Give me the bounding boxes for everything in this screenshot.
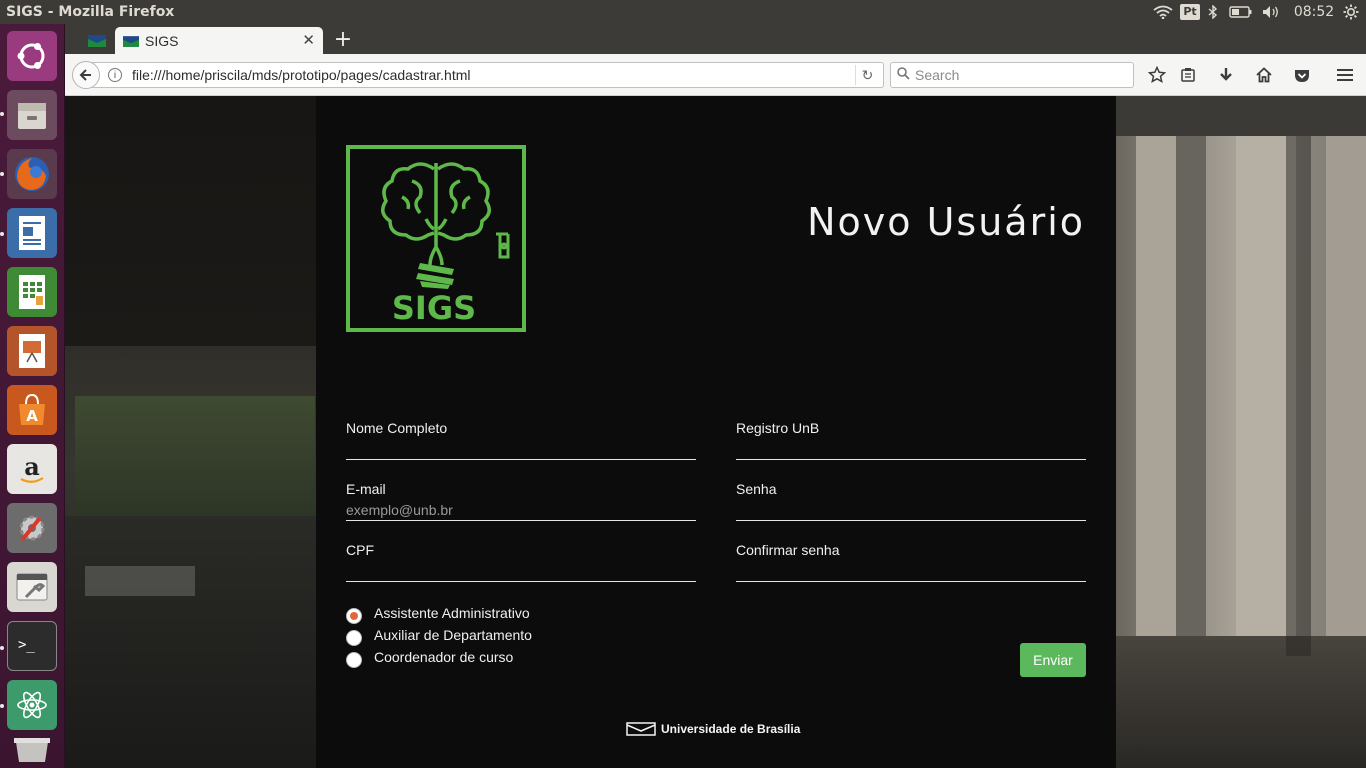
url-bar[interactable]: i file:///home/priscila/mds/prototipo/pa… — [87, 62, 884, 88]
search-icon — [897, 67, 910, 83]
system-tools-icon[interactable] — [7, 562, 57, 612]
svg-text:A: A — [26, 407, 38, 425]
background-photo-left — [65, 96, 316, 768]
system-top-panel: SIGS - Mozilla Firefox Pt 08:52 — [0, 0, 1366, 24]
cpf-field: CPF — [346, 540, 696, 582]
close-tab-icon[interactable]: ✕ — [302, 31, 315, 49]
amazon-icon[interactable]: a — [7, 444, 57, 494]
new-tab-button[interactable]: + — [331, 26, 355, 52]
name-field: Nome Completo — [346, 418, 696, 460]
unity-launcher: A a >_ — [0, 24, 65, 768]
role-label-coordenador: Coordenador de curso — [374, 649, 514, 665]
ubuntu-dash-icon[interactable] — [7, 31, 57, 81]
cpf-input[interactable] — [346, 562, 696, 580]
submit-button[interactable]: Enviar — [1020, 643, 1086, 677]
session-gear-icon[interactable] — [1336, 0, 1366, 24]
window-title: SIGS - Mozilla Firefox — [6, 4, 175, 20]
writer-icon[interactable] — [7, 208, 57, 258]
email-field: E-mail — [346, 479, 696, 521]
name-label: Nome Completo — [346, 420, 448, 436]
logo-text: SIGS — [392, 289, 476, 327]
navigation-toolbar: i file:///home/priscila/mds/prototipo/pa… — [65, 54, 1366, 96]
software-center-icon[interactable]: A — [7, 385, 57, 435]
site-info-icon[interactable]: i — [108, 68, 122, 82]
registration-panel: SIGS Novo Usuário Nome Completo Registro… — [316, 96, 1116, 768]
registro-input[interactable] — [736, 440, 1086, 458]
unb-favicon — [88, 35, 106, 47]
page-title: Novo Usuário — [807, 200, 1085, 244]
unb-logo-icon — [626, 722, 656, 736]
url-text[interactable]: file:///home/priscila/mds/prototipo/page… — [132, 67, 471, 83]
role-label-assistente: Assistente Administrativo — [374, 605, 530, 621]
confirmar-senha-label: Confirmar senha — [736, 542, 840, 558]
tab-sigs-label: SIGS — [145, 33, 179, 49]
terminal-icon[interactable]: >_ — [7, 621, 57, 671]
radio-auxiliar[interactable] — [346, 630, 362, 646]
svg-text:>_: >_ — [18, 637, 35, 653]
radio-coordenador[interactable] — [346, 652, 362, 668]
system-tray: Pt 08:52 — [1148, 0, 1366, 24]
reload-icon[interactable]: ↻ — [855, 65, 879, 85]
volume-icon[interactable] — [1258, 0, 1286, 24]
brain-tree-icon: SIGS — [381, 162, 510, 327]
back-arrow-icon — [79, 69, 91, 81]
role-option-coordenador[interactable]: Coordenador de curso — [346, 647, 514, 668]
confirmar-senha-field: Confirmar senha — [736, 540, 1086, 582]
tab-unb[interactable] — [77, 28, 117, 54]
home-icon[interactable] — [1252, 63, 1276, 87]
registro-field: Registro UnB — [736, 418, 1086, 460]
cpf-label: CPF — [346, 542, 374, 558]
keyboard-layout-indicator[interactable]: Pt — [1178, 0, 1202, 24]
role-option-assistente[interactable]: Assistente Administrativo — [346, 603, 530, 624]
role-label-auxiliar: Auxiliar de Departamento — [374, 627, 532, 643]
clock[interactable]: 08:52 — [1286, 0, 1336, 24]
downloads-icon[interactable] — [1214, 63, 1238, 87]
tab-bar: SIGS ✕ + — [65, 24, 1366, 55]
web-page: SIGS Novo Usuário Nome Completo Registro… — [65, 96, 1366, 768]
unb-footer: Universidade de Brasília — [626, 722, 800, 736]
senha-field: Senha — [736, 479, 1086, 521]
battery-icon[interactable] — [1224, 0, 1258, 24]
senha-input[interactable] — [736, 501, 1086, 519]
unb-footer-text: Universidade de Brasília — [661, 722, 801, 736]
trash-icon[interactable] — [7, 729, 57, 765]
radio-assistente[interactable] — [346, 608, 362, 624]
bookmark-star-icon[interactable] — [1145, 63, 1169, 87]
name-input[interactable] — [346, 440, 696, 458]
tab-sigs[interactable]: SIGS ✕ — [115, 27, 323, 55]
menu-icon[interactable] — [1333, 63, 1357, 87]
sigs-favicon — [123, 35, 139, 47]
confirmar-senha-input[interactable] — [736, 562, 1086, 580]
email-label: E-mail — [346, 481, 386, 497]
search-bar[interactable]: Search — [890, 62, 1134, 88]
sigs-logo: SIGS — [346, 145, 526, 332]
firefox-icon[interactable] — [7, 149, 57, 199]
background-photo-right — [1116, 96, 1366, 768]
email-input[interactable] — [346, 501, 696, 519]
files-icon[interactable] — [7, 90, 57, 140]
keyboard-layout-label: Pt — [1180, 4, 1200, 20]
search-placeholder: Search — [915, 67, 960, 83]
wifi-icon[interactable] — [1148, 0, 1178, 24]
atom-icon[interactable] — [7, 680, 57, 730]
reading-list-icon[interactable] — [1176, 63, 1200, 87]
registro-label: Registro UnB — [736, 420, 820, 436]
system-settings-icon[interactable] — [7, 503, 57, 553]
firefox-window: SIGS ✕ + i file:///home/priscila/mds/pro… — [65, 24, 1366, 768]
back-button[interactable] — [72, 61, 100, 89]
pocket-icon[interactable] — [1290, 63, 1314, 87]
calc-icon[interactable] — [7, 267, 57, 317]
impress-icon[interactable] — [7, 326, 57, 376]
bluetooth-icon[interactable] — [1202, 0, 1224, 24]
role-option-auxiliar[interactable]: Auxiliar de Departamento — [346, 625, 532, 646]
senha-label: Senha — [736, 481, 777, 497]
svg-text:a: a — [24, 452, 40, 481]
